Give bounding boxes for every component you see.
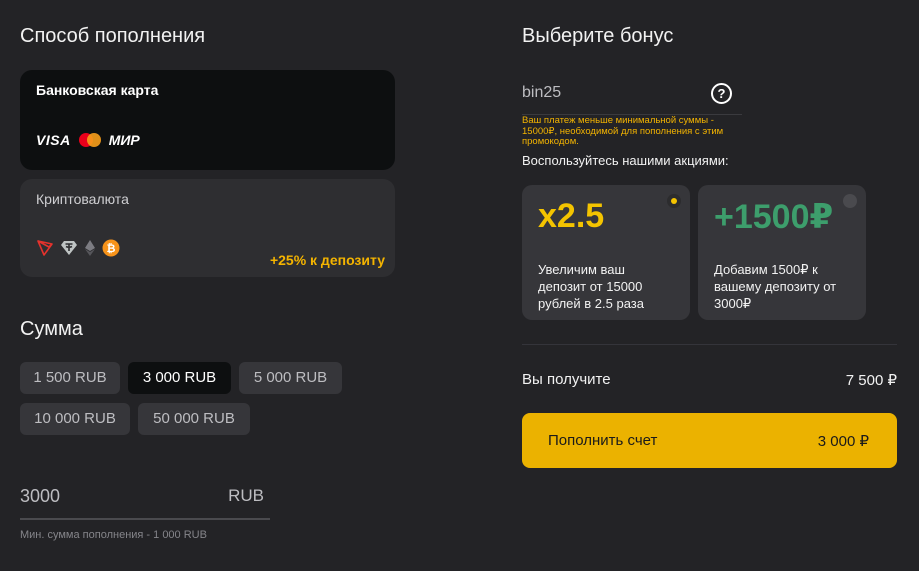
promo-code-error: Ваш платеж меньше минимальной суммы - 15…: [522, 115, 724, 147]
offer-x2-5-description: Увеличим ваш депозит от 15000 рублей в 2…: [538, 262, 644, 311]
offer-x2-5-radio[interactable]: [667, 194, 681, 208]
offer-x2-5-value: x2.5: [538, 197, 605, 235]
submit-amount: 3 000 ₽: [817, 433, 869, 450]
offer-1500-value: +1500₽: [714, 198, 834, 236]
min-amount-hint: Мин. сумма пополнения - 1 000 RUB: [20, 529, 207, 541]
receive-label: Вы получите: [522, 371, 611, 388]
offer-card-1500[interactable]: +1500₽ Добавим 1500₽ к вашему депозиту о…: [698, 185, 866, 320]
tether-icon: [61, 241, 77, 255]
bank-card-label: Банковская карта: [36, 82, 159, 98]
offer-card-x2-5[interactable]: x2.5 Увеличим ваш депозит от 15000 рубле…: [522, 185, 690, 320]
mastercard-icon: [78, 133, 101, 147]
amount-option-1500[interactable]: 1 500 RUB: [20, 362, 120, 394]
amount-input-value[interactable]: 3000: [20, 486, 60, 507]
offer-1500-description: Добавим 1500₽ к вашему депозиту от 3000₽: [714, 262, 837, 311]
promo-code-value[interactable]: bin25: [522, 84, 561, 102]
help-icon[interactable]: ?: [711, 83, 732, 104]
amount-currency: RUB: [228, 486, 264, 505]
amount-option-5000[interactable]: 5 000 RUB: [239, 362, 342, 394]
payment-method-title: Способ пополнения: [20, 25, 206, 47]
deposit-submit-button[interactable]: Пополнить счет 3 000 ₽: [522, 413, 897, 468]
amount-input[interactable]: 3000 RUB: [20, 478, 270, 520]
crypto-deposit-bonus: +25% к депозиту: [269, 252, 385, 268]
bonus-title: Выберите бонус: [522, 25, 674, 47]
mir-logo: МИР: [108, 132, 140, 148]
promo-code-input[interactable]: bin25 ?: [522, 78, 742, 115]
svg-text:₿: ₿: [107, 242, 116, 255]
receive-value: 7 500 ₽: [845, 372, 897, 389]
payment-option-crypto[interactable]: Криптовалюта ₿ +25% к депозиту: [20, 179, 395, 277]
amount-option-10000[interactable]: 10 000 RUB: [20, 403, 130, 435]
tron-icon: [37, 240, 53, 256]
payment-option-bank-card[interactable]: Банковская карта VISA МИР: [20, 70, 395, 170]
amount-option-50000[interactable]: 50 000 RUB: [138, 403, 250, 435]
divider: [522, 344, 897, 345]
offer-1500-radio[interactable]: [843, 194, 857, 208]
amount-option-3000[interactable]: 3 000 RUB: [128, 362, 231, 394]
promotions-label: Воспользуйтесь нашими акциями:: [522, 153, 729, 168]
crypto-label: Криптовалюта: [36, 191, 129, 207]
visa-logo: VISA: [36, 132, 71, 148]
ethereum-icon: [85, 240, 95, 256]
bitcoin-icon: ₿: [102, 239, 120, 257]
amount-title: Сумма: [20, 318, 83, 340]
submit-label: Пополнить счет: [548, 432, 658, 449]
